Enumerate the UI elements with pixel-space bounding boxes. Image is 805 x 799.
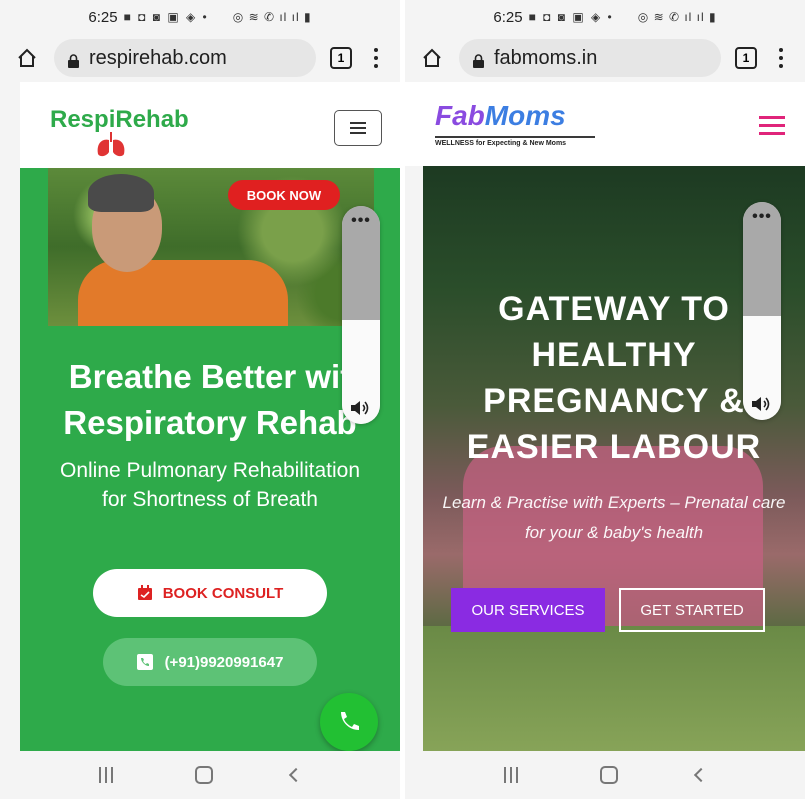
our-services-button[interactable]: OUR SERVICES [451, 588, 605, 632]
home-button-icon[interactable] [600, 766, 618, 784]
address-bar: fabmoms.in 1 [405, 34, 805, 82]
logo-fab: Fab [435, 100, 485, 131]
get-started-button[interactable]: GET STARTED [619, 588, 765, 632]
logo-underline [435, 136, 595, 138]
phone-icon [341, 712, 359, 730]
hero-title-line-4: EASIER LABOUR [466, 428, 762, 466]
url-field[interactable]: respirehab.com [54, 39, 316, 77]
logo-moms: Moms [484, 100, 566, 131]
site-header: RespiRehab [20, 82, 400, 168]
logo-text: RespiRehab [50, 106, 189, 133]
book-consult-label: BOOK CONSULT [162, 584, 284, 602]
url-text: respirehab.com [89, 46, 227, 69]
back-icon[interactable] [288, 767, 304, 783]
phone-number: (+91)9920991647 [164, 653, 284, 671]
right-phone: 6:25 ■ ◘ ◙ ▣ ◈ • ◎ ≋ ✆ ıl ıl ▮ fabmoms.i… [405, 0, 805, 799]
signal-icons: ◎ ≋ ✆ ıl ıl ▮ [232, 10, 312, 24]
signal-icons: ◎ ≋ ✆ ıl ıl ▮ [637, 10, 717, 24]
home-button-icon[interactable] [195, 766, 213, 784]
hamburger-menu-icon[interactable] [334, 110, 382, 146]
notification-icons: ■ ◘ ◙ ▣ ◈ • [123, 10, 209, 24]
lock-icon [473, 51, 484, 68]
book-consult-button[interactable]: BOOK CONSULT [93, 569, 327, 617]
home-icon[interactable] [419, 45, 445, 71]
url-text: fabmoms.in [494, 46, 598, 69]
volume-options-icon[interactable]: ••• [743, 208, 781, 226]
phone-square-icon [136, 654, 153, 670]
hero-subtitle: Learn & Practise with Experts – Prenatal… [442, 493, 786, 542]
respirehab-logo[interactable]: RespiRehab [50, 106, 189, 157]
lock-icon [68, 51, 79, 68]
speaker-icon[interactable] [350, 400, 372, 416]
home-icon[interactable] [14, 45, 40, 71]
more-menu-icon[interactable] [366, 48, 386, 68]
volume-slider[interactable]: ••• [342, 206, 380, 424]
phone-call-button[interactable]: (+91)9920991647 [103, 638, 317, 686]
floating-call-button[interactable] [320, 693, 378, 751]
back-icon[interactable] [693, 767, 709, 783]
site-header: FabMoms WELLNESS for Expecting & New Mom… [405, 82, 805, 166]
status-time: 6:25 [493, 8, 523, 26]
volume-slider[interactable]: ••• [743, 202, 781, 420]
address-bar: respirehab.com 1 [0, 34, 400, 82]
hamburger-menu-icon[interactable] [759, 116, 785, 135]
tabs-icon[interactable]: 1 [330, 47, 352, 69]
status-bar: 6:25 ■ ◘ ◙ ▣ ◈ • ◎ ≋ ✆ ıl ıl ▮ [0, 0, 400, 34]
status-bar: 6:25 ■ ◘ ◙ ▣ ◈ • ◎ ≋ ✆ ıl ıl ▮ [405, 0, 805, 34]
screenshot-stage: 6:25 ■ ◘ ◙ ▣ ◈ • ◎ ≋ ✆ ıl ıl ▮ respireha… [0, 0, 805, 799]
recent-apps-icon[interactable] [99, 767, 117, 783]
recent-apps-icon[interactable] [504, 767, 522, 783]
url-field[interactable]: fabmoms.in [459, 39, 721, 77]
calendar-icon [137, 585, 152, 600]
fabmoms-logo[interactable]: FabMoms [435, 100, 566, 132]
speaker-icon[interactable] [751, 396, 773, 412]
android-nav-bar [405, 751, 805, 799]
more-menu-icon[interactable] [771, 48, 791, 68]
logo-tagline: WELLNESS for Expecting & New Moms [435, 140, 567, 147]
hero-photo: BOOK NOW [48, 168, 374, 326]
hero-subtitle: Online Pulmonary Rehabilitation for Shor… [60, 459, 360, 511]
android-nav-bar [0, 751, 400, 799]
book-now-button[interactable]: BOOK NOW [228, 180, 340, 210]
lungs-icon [96, 132, 126, 165]
notification-icons: ■ ◘ ◙ ▣ ◈ • [528, 10, 614, 24]
volume-options-icon[interactable]: ••• [342, 212, 380, 230]
tabs-icon[interactable]: 1 [735, 47, 757, 69]
status-time: 6:25 [88, 8, 118, 26]
left-phone: 6:25 ■ ◘ ◙ ▣ ◈ • ◎ ≋ ✆ ıl ıl ▮ respireha… [0, 0, 400, 799]
